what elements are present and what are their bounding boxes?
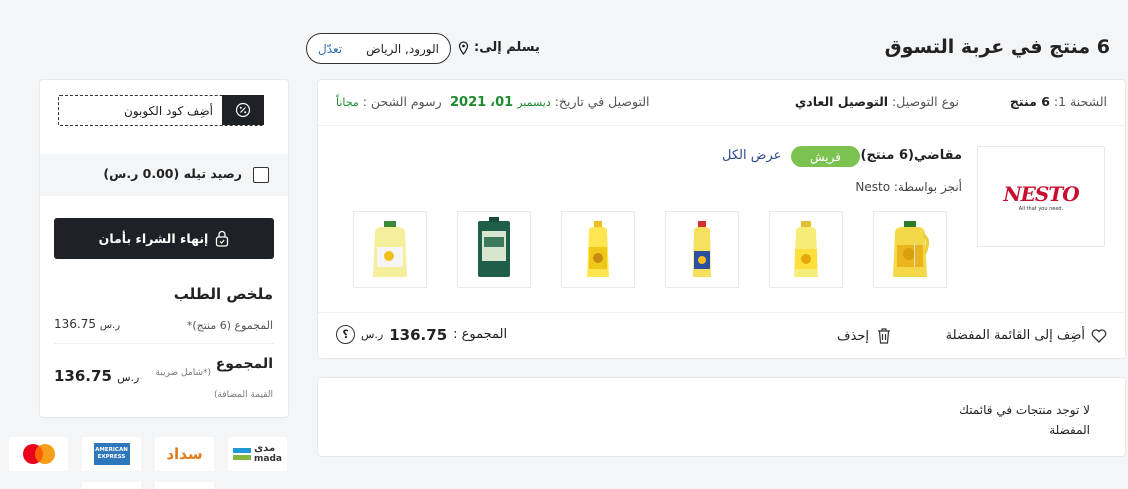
fresh-badge: فريش (791, 146, 860, 167)
delivery-day: 01 (495, 95, 514, 110)
delivery-type: التوصيل العادي (794, 94, 889, 109)
mada-en-text: mada (254, 454, 282, 464)
oil-tin-icon (478, 217, 510, 277)
page-title: 6 منتج في عربة التسوق (884, 36, 1110, 58)
heart-icon (1091, 328, 1107, 343)
mada-ar-text: مدى (254, 443, 276, 454)
footer-divider (914, 243, 915, 267)
mastercard-icon (22, 444, 55, 464)
amex-logo: AMERICAN EXPRESS (82, 437, 141, 471)
add-to-wishlist-label: أضِف إلى القائمة المفضلة (945, 328, 1085, 343)
deliver-to-label: يسلم إلى: (458, 40, 540, 55)
subtotal-label: المجموع (6 منتج)* (186, 319, 273, 332)
delivery-type-group: نوع التوصيل: التوصيل العادي (795, 94, 959, 109)
product-thumbnail[interactable] (561, 211, 635, 288)
product-thumbnail[interactable] (457, 211, 531, 288)
subtotal-currency: ر.س (99, 320, 121, 331)
subtotal-amount: 136.75 (54, 317, 96, 331)
delivery-date-group: التوصيل في تاريخ: ديسمبر 01، 2021 (450, 94, 650, 110)
oil-jug-icon (893, 221, 930, 277)
order-summary-title: ملخص الطلب (173, 285, 273, 303)
deliver-to-text: يسلم إلى: (474, 40, 540, 55)
shipment-total-currency: ر.س (361, 328, 384, 341)
delivery-type-label: نوع التوصيل: (892, 94, 959, 109)
oil-bottle-icon (693, 221, 711, 277)
shipment-total: المجموع : 136.75 ر.س ؟ (336, 325, 507, 344)
delete-button[interactable]: إحذف (837, 328, 891, 344)
oil-jug-icon (373, 221, 407, 277)
shipment-total-value: 136.75 (389, 325, 448, 344)
product-thumbnail[interactable] (769, 211, 843, 288)
shipping-fee-label: رسوم الشحن : (362, 94, 442, 109)
mastercard-logo (9, 437, 68, 471)
payment-logo-row2 (155, 482, 214, 489)
total-currency: ر.س (117, 371, 140, 384)
edit-location-link[interactable]: تعدّل (318, 42, 342, 56)
shipment-footer: أضِف إلى القائمة المفضلة إحذف المجموع : … (318, 312, 1125, 360)
shipping-fee: مجاناً (336, 96, 359, 109)
shipment-count: 6 منتج (1009, 94, 1050, 109)
delivery-date-label: التوصيل في تاريخ: (554, 94, 650, 109)
trash-icon (877, 328, 890, 344)
delivery-month: ديسمبر (517, 96, 551, 109)
wallet-balance-checkbox[interactable] (253, 167, 269, 183)
amex-line1: AMERICAN (95, 447, 128, 453)
order-sidebar: أضِف كود الكوبون رصيد تيله (0.00 ر.س) إن… (39, 79, 289, 418)
coupon-icon (222, 95, 264, 125)
wallet-balance-label: رصيد تيله (0.00 ر.س) (103, 166, 242, 181)
coupon-input[interactable]: أضِف كود الكوبون (58, 95, 264, 126)
sadad-logo: سداد (155, 437, 214, 471)
wallet-balance-row: رصيد تيله (0.00 ر.س) (40, 154, 288, 196)
subtotal-value: 136.75 ر.س (54, 317, 120, 331)
total-value: 136.75 ر.س (54, 367, 139, 385)
location-pin-icon (458, 40, 469, 55)
checkout-label: إنهاء الشراء بأمان (98, 231, 209, 246)
coupon-label: أضِف كود الكوبون (124, 104, 213, 118)
product-thumbnail[interactable] (873, 211, 947, 288)
delivery-year: 2021 (450, 95, 487, 110)
help-icon[interactable]: ؟ (336, 325, 355, 344)
wishlist-empty-message: لا توجد منتجات في قائمتك المفضلة (959, 403, 1090, 437)
lock-icon (216, 230, 229, 247)
amex-line2: EXPRESS (97, 454, 126, 460)
seller-logo[interactable]: NESTO All that you need. (977, 146, 1105, 247)
oil-bottle-icon (587, 221, 609, 277)
delivery-location-pill[interactable]: الورود, الرياض تعدّل (306, 33, 451, 64)
shipment-label-group: الشحنة 1: 6 منتج (1010, 94, 1107, 109)
sadad-text: سداد (166, 445, 203, 463)
seller-logo-text: NESTO (1003, 181, 1079, 206)
seller-name: مقاضي(6 منتج) (860, 148, 963, 163)
total-vat-note: (*شامل ضريبة القيمة المضافة) (155, 368, 273, 400)
checkout-button[interactable]: إنهاء الشراء بأمان (54, 218, 274, 259)
payment-logo-row2 (82, 482, 141, 489)
view-all-link[interactable]: عرض الكل (722, 148, 781, 163)
shipment-total-label: المجموع : (453, 327, 508, 342)
shipment-card: الشحنة 1: 6 منتج نوع التوصيل: التوصيل ال… (317, 79, 1126, 359)
product-thumbnail[interactable] (353, 211, 427, 288)
shipment-info-row: الشحنة 1: 6 منتج نوع التوصيل: التوصيل ال… (318, 80, 1125, 126)
oil-bottle-icon (794, 221, 818, 277)
shipment-label: الشحنة 1: (1053, 94, 1107, 109)
summary-divider (54, 343, 274, 344)
fulfilled-by: أنجز بواسطة: Nesto (855, 180, 962, 194)
total-amount: 136.75 (54, 367, 112, 385)
delete-label: إحذف (837, 328, 869, 344)
delivery-location: الورود, الرياض (366, 41, 439, 56)
mada-logo: مدى mada (228, 437, 287, 471)
seller-logo-tagline: All that you need. (1018, 205, 1064, 212)
product-thumbnail[interactable] (665, 211, 739, 288)
add-to-wishlist-button[interactable]: أضِف إلى القائمة المفضلة (946, 328, 1107, 343)
wishlist-card: لا توجد منتجات في قائمتك المفضلة (317, 377, 1126, 457)
shipping-fee-group: رسوم الشحن : مجاناً (336, 94, 442, 109)
